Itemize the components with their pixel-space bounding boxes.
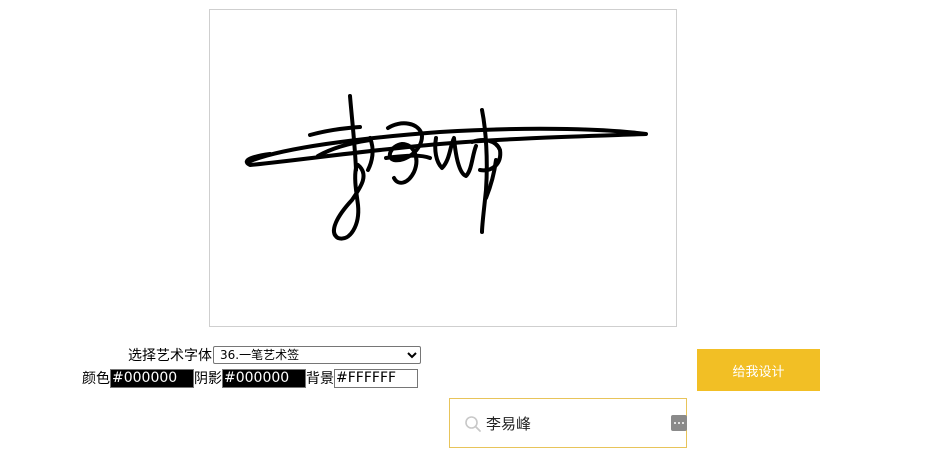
- font-select[interactable]: 36.一笔艺术签: [213, 345, 421, 364]
- more-icon[interactable]: [671, 415, 687, 431]
- font-select-label: 选择艺术字体: [128, 347, 212, 364]
- signature-image: [244, 94, 648, 241]
- color-input[interactable]: [110, 368, 194, 388]
- background-color-input[interactable]: [334, 368, 418, 388]
- font-select-row: 选择艺术字体 36.一笔艺术签: [128, 345, 421, 364]
- shadow-color-input[interactable]: [222, 368, 306, 388]
- shadow-label: 阴影: [194, 371, 222, 387]
- signature-preview: [209, 9, 677, 327]
- color-label: 颜色: [82, 371, 110, 387]
- search-icon: [465, 416, 481, 432]
- background-label: 背景: [306, 371, 334, 387]
- color-settings-row: 颜色 阴影 背景: [82, 368, 418, 388]
- design-button[interactable]: 给我设计: [697, 349, 820, 391]
- name-input-box[interactable]: [449, 398, 687, 448]
- name-input[interactable]: [486, 412, 656, 434]
